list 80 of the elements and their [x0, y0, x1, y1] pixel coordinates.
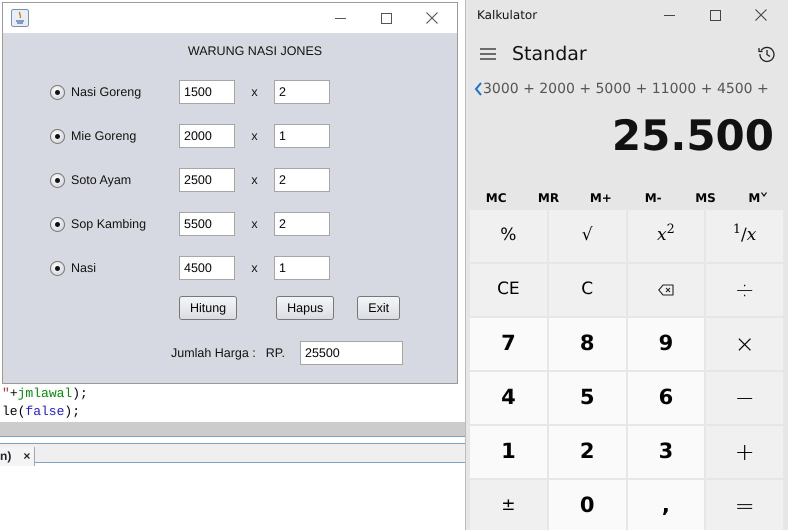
memory-button[interactable]: MR: [522, 184, 575, 212]
window-title: Kalkulator: [477, 7, 538, 24]
maximize-icon: [380, 12, 392, 24]
times-sign: x: [250, 216, 259, 233]
calculator-key[interactable]: √: [548, 210, 626, 262]
price-field[interactable]: 5500: [179, 212, 235, 236]
tab-close-button[interactable]: ×: [23, 447, 30, 465]
close-icon: [755, 9, 767, 21]
memory-button[interactable]: MS: [679, 184, 732, 212]
price-field[interactable]: 4500: [179, 256, 235, 280]
calculator-key[interactable]: CE: [470, 264, 547, 316]
times-sign: x: [250, 260, 259, 277]
radio-button[interactable]: [50, 128, 65, 144]
menu-icon[interactable]: [480, 48, 496, 60]
radio-button[interactable]: [50, 216, 65, 232]
price-field[interactable]: 1500: [179, 80, 235, 104]
price-field[interactable]: 2000: [179, 124, 235, 148]
calculator-key[interactable]: 5: [548, 372, 626, 424]
calculator-key[interactable]: ,: [628, 480, 704, 530]
calculator-key[interactable]: $^{1}$/x: [706, 210, 783, 262]
memory-button[interactable]: M+: [574, 184, 627, 212]
currency-label: RP.: [266, 344, 285, 362]
memory-button[interactable]: M: [732, 184, 784, 212]
menu-item-label: Sop Kambing: [71, 216, 148, 233]
times-sign: x: [250, 128, 259, 145]
quantity-field[interactable]: 2: [274, 168, 330, 192]
menu-item-label: Mie Goreng: [71, 128, 138, 145]
total-label: Jumlah Harga :: [171, 344, 256, 362]
calculator-key[interactable]: ×: [706, 318, 783, 370]
close-icon: [426, 12, 438, 24]
action-button[interactable]: Exit: [357, 296, 400, 320]
java-icon: [11, 9, 29, 27]
quantity-field[interactable]: 1: [274, 124, 330, 148]
code-line: le(false);: [1, 403, 82, 421]
calculator-key[interactable]: 6: [628, 372, 704, 424]
code-line: "+jmlawal);: [1, 385, 89, 403]
menu-item-label: Nasi Goreng: [71, 84, 142, 101]
output-tab[interactable]: n) ×: [0, 446, 36, 466]
times-sign: x: [250, 84, 259, 101]
maximize-icon: [710, 10, 720, 20]
menu-item-label: Soto Ayam: [71, 172, 132, 189]
calculator-key[interactable]: 7: [470, 318, 547, 370]
calculator-key[interactable]: 9: [628, 318, 704, 370]
calculator-key[interactable]: 4: [470, 372, 547, 424]
times-sign: x: [250, 172, 259, 189]
quantity-field[interactable]: 2: [274, 212, 330, 236]
calculator-key[interactable]: x$^{2}$: [628, 210, 704, 262]
radio-button[interactable]: [50, 260, 65, 276]
quantity-field[interactable]: 2: [274, 80, 330, 104]
history-icon[interactable]: [758, 45, 776, 63]
memory-button[interactable]: M-: [626, 184, 680, 212]
calculator-key[interactable]: C: [548, 264, 626, 316]
action-button[interactable]: Hapus: [276, 296, 334, 320]
expression-text: 3000 + 2000 + 5000 + 11000 + 4500 +: [483, 80, 769, 98]
calculator-key[interactable]: 3: [628, 426, 704, 478]
action-button[interactable]: Hitung: [179, 296, 238, 320]
calculator-key[interactable]: ±: [470, 480, 547, 530]
calculator-key[interactable]: 2: [548, 426, 626, 478]
calculator-key[interactable]: ÷: [706, 264, 783, 316]
result-display: 25.500: [610, 110, 775, 162]
calculator-key[interactable]: +: [706, 426, 783, 478]
calculator-key[interactable]: 0: [548, 480, 626, 530]
window-heading: WARUNG NASI JONES: [186, 43, 324, 60]
menu-item-label: Nasi: [71, 260, 98, 277]
radio-button[interactable]: [50, 172, 65, 188]
calculator-key[interactable]: −: [706, 372, 783, 424]
memory-button[interactable]: MC: [470, 184, 522, 212]
chevron-left-icon[interactable]: [474, 82, 483, 96]
price-field[interactable]: 2500: [179, 168, 235, 192]
total-field[interactable]: 25500: [300, 341, 403, 365]
calculator-key[interactable]: =: [706, 480, 783, 530]
calculator-key[interactable]: %: [470, 210, 547, 262]
radio-button[interactable]: [50, 84, 65, 100]
mode-title: Standar: [512, 42, 587, 67]
calculator-key[interactable]: 8: [548, 318, 626, 370]
tab-label: n): [0, 448, 12, 465]
caret-icon: [761, 192, 768, 197]
calculator-key[interactable]: 1: [470, 426, 547, 478]
backspace-icon: [658, 284, 674, 296]
quantity-field[interactable]: 1: [274, 256, 330, 280]
